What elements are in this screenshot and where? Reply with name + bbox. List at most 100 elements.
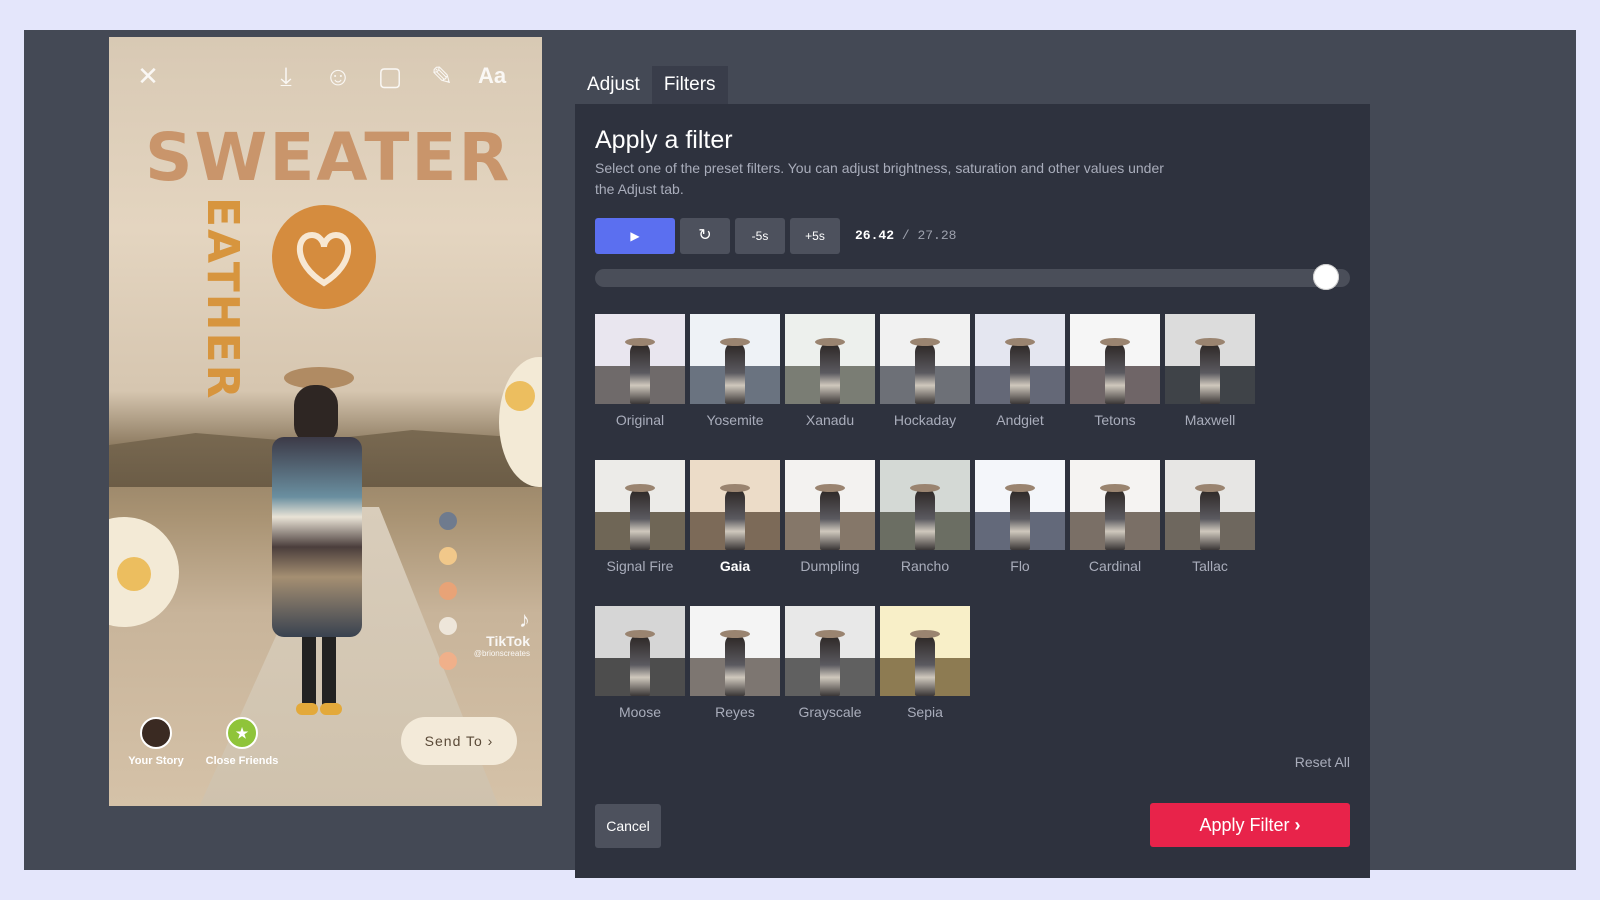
filter-thumbnail[interactable] <box>785 606 875 696</box>
thumb-figure <box>630 342 650 404</box>
filter-label: Cardinal <box>1088 558 1142 574</box>
filters-panel: Apply a filter Select one of the preset … <box>575 104 1370 878</box>
thumb-hat <box>1195 484 1225 492</box>
send-to-button[interactable]: Send To › <box>401 717 517 765</box>
your-story-label: Your Story <box>128 755 184 767</box>
filter-option[interactable]: Moose <box>595 606 685 720</box>
filter-thumbnail[interactable] <box>595 606 685 696</box>
thumb-figure <box>630 634 650 696</box>
filter-thumbnail[interactable] <box>690 606 780 696</box>
filter-thumbnail[interactable] <box>1070 460 1160 550</box>
thumb-figure <box>1105 488 1125 550</box>
restart-icon: ↻ <box>698 227 712 244</box>
download-icon[interactable]: ⤓ <box>269 59 303 93</box>
filter-thumbnail[interactable] <box>785 460 875 550</box>
filter-thumbnail[interactable] <box>595 314 685 404</box>
filter-option[interactable]: Maxwell <box>1165 314 1255 428</box>
cancel-button[interactable]: Cancel <box>595 804 661 848</box>
filter-thumbnail[interactable] <box>1165 314 1255 404</box>
restart-button[interactable]: ↻ <box>680 218 730 254</box>
thumb-hat <box>910 484 940 492</box>
thumb-figure <box>915 342 935 404</box>
filter-label: Original <box>615 412 665 428</box>
filter-option[interactable]: Original <box>595 314 685 428</box>
thumb-figure <box>630 488 650 550</box>
thumb-figure <box>915 634 935 696</box>
filter-thumbnail[interactable] <box>975 314 1065 404</box>
draw-icon[interactable]: ✎ <box>425 59 459 93</box>
play-button[interactable]: ▶ <box>595 218 675 254</box>
thumb-figure <box>1010 488 1030 550</box>
filter-option[interactable]: Grayscale <box>785 606 875 720</box>
your-story-button[interactable]: Your Story <box>111 717 201 767</box>
tab-filters[interactable]: Filters <box>651 66 728 104</box>
close-icon[interactable]: ✕ <box>131 59 165 93</box>
filter-label: Andgiet <box>996 412 1044 428</box>
preview-bottom-bar: Your Story ★ Close Friends Send To › <box>109 717 542 797</box>
thumb-hat <box>1100 338 1130 346</box>
apply-filter-label: Apply Filter <box>1199 815 1290 835</box>
story-preview: ✕ ⤓ ☺ ▢ ✎ Aa SWEATER EATHER ♪ TikTok @br… <box>109 37 542 806</box>
tiktok-label: TikTok <box>486 633 530 649</box>
filter-thumbnail[interactable] <box>595 460 685 550</box>
filter-option[interactable]: Reyes <box>690 606 780 720</box>
filter-thumbnail[interactable] <box>1070 314 1160 404</box>
forward-5s-button[interactable]: +5s <box>790 218 840 254</box>
thumb-figure <box>820 342 840 404</box>
heart-sticker-icon <box>272 205 376 309</box>
avatar <box>140 717 172 749</box>
filter-thumbnail[interactable] <box>690 314 780 404</box>
rewind-5s-button[interactable]: -5s <box>735 218 785 254</box>
send-to-label: Send To <box>424 733 483 749</box>
filter-thumbnail[interactable] <box>690 460 780 550</box>
time-separator: / <box>901 228 910 243</box>
filter-thumbnail[interactable] <box>1165 460 1255 550</box>
timeline-scrubber[interactable] <box>595 264 1350 290</box>
filter-label: Flo <box>1010 558 1030 574</box>
filter-option[interactable]: Yosemite <box>690 314 780 428</box>
thumb-hat <box>625 630 655 638</box>
thumb-figure <box>725 342 745 404</box>
chevron-right-icon: › <box>1294 815 1301 835</box>
scrubber-handle[interactable] <box>1313 264 1339 290</box>
filter-option[interactable]: Andgiet <box>975 314 1065 428</box>
filter-label: Gaia <box>719 558 751 574</box>
filter-option[interactable]: Dumpling <box>785 460 875 574</box>
filter-option[interactable]: Signal Fire <box>595 460 685 574</box>
preview-vertical-word: EATHER <box>197 197 248 401</box>
sticker-icon[interactable]: ▢ <box>373 59 407 93</box>
filter-thumbnail[interactable] <box>880 460 970 550</box>
filter-option[interactable]: Gaia <box>690 460 780 574</box>
reset-all-link[interactable]: Reset All <box>1295 754 1350 770</box>
color-dot[interactable] <box>439 617 457 635</box>
filter-option[interactable]: Rancho <box>880 460 970 574</box>
filter-thumbnail[interactable] <box>880 314 970 404</box>
filter-option[interactable]: Sepia <box>880 606 970 720</box>
color-dot[interactable] <box>439 547 457 565</box>
filter-thumbnail[interactable] <box>785 314 875 404</box>
filter-thumbnail[interactable] <box>975 460 1065 550</box>
filter-option[interactable]: Xanadu <box>785 314 875 428</box>
thumb-figure <box>1105 342 1125 404</box>
text-icon[interactable]: Aa <box>475 59 509 93</box>
filter-option[interactable]: Flo <box>975 460 1065 574</box>
apply-filter-button[interactable]: Apply Filter › <box>1150 803 1350 847</box>
emoji-sticker-icon[interactable]: ☺ <box>321 59 355 93</box>
filter-label: Signal Fire <box>606 558 674 574</box>
filter-option[interactable]: Cardinal <box>1070 460 1160 574</box>
filter-option[interactable]: Tallac <box>1165 460 1255 574</box>
chevron-right-icon: › <box>487 733 494 749</box>
color-dot[interactable] <box>439 512 457 530</box>
tiktok-handle: @brionscreates <box>473 649 530 658</box>
preview-toolbar: ✕ ⤓ ☺ ▢ ✎ Aa <box>109 59 542 95</box>
preview-person <box>264 367 374 727</box>
tab-adjust[interactable]: Adjust <box>575 66 652 104</box>
close-friends-button[interactable]: ★ Close Friends <box>197 717 287 767</box>
filter-label: Reyes <box>715 704 755 720</box>
filter-thumbnail[interactable] <box>880 606 970 696</box>
filter-option[interactable]: Tetons <box>1070 314 1160 428</box>
thumb-hat <box>1195 338 1225 346</box>
thumb-hat <box>720 484 750 492</box>
filter-option[interactable]: Hockaday <box>880 314 970 428</box>
color-dot[interactable] <box>439 582 457 600</box>
